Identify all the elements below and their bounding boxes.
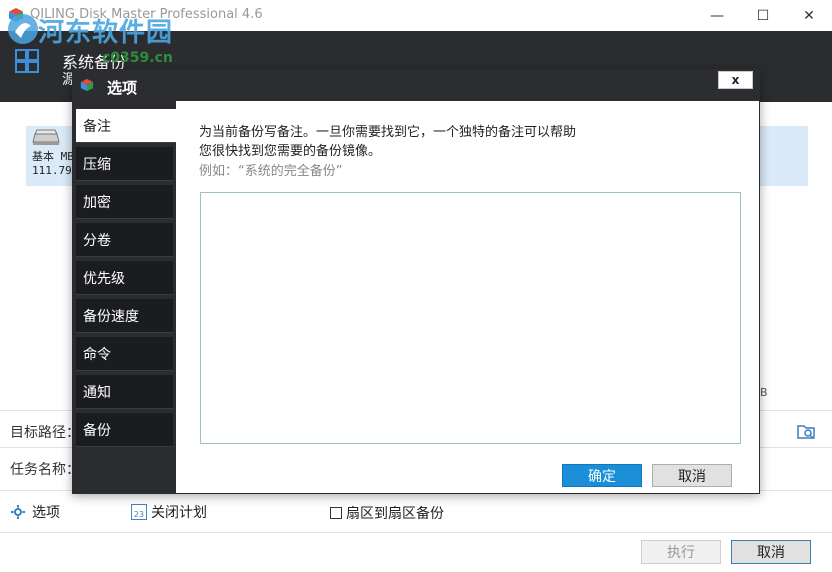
target-path-label: 目标路径： [10, 425, 80, 441]
options-label: 选项 [32, 505, 60, 521]
options-sidebar: 备注 压缩 加密 分卷 优先级 备份速度 命令 通知 备份 [73, 101, 176, 494]
calendar-icon: 23 [131, 504, 147, 520]
disk-size: 111.79 [32, 164, 72, 177]
sidebar-item-note[interactable]: 备注 [76, 109, 176, 143]
sector-label: 扇区到扇区备份 [346, 506, 444, 522]
task-name-label: 任务名称： [10, 462, 80, 478]
gear-icon [11, 505, 25, 519]
sidebar-item-notification[interactable]: 通知 [76, 375, 173, 409]
window-title: QILING Disk Master Professional 4.6 [30, 7, 263, 22]
sidebar-item-backup-speed[interactable]: 备份速度 [76, 299, 173, 333]
disk-label: 基本 MB [32, 150, 74, 163]
dialog-cancel-button[interactable]: 取消 [652, 464, 732, 487]
sidebar-item-priority[interactable]: 优先级 [76, 261, 173, 295]
maximize-button[interactable]: ☐ [740, 0, 786, 31]
size-unit-fragment: B [760, 386, 768, 399]
sidebar-item-backup[interactable]: 备份 [76, 413, 173, 447]
dialog-close-button[interactable]: x [718, 71, 753, 89]
note-description-line2: 您很快找到您需要的备份镜像。 [199, 144, 382, 159]
dialog-title: 选项 [107, 79, 138, 97]
sidebar-item-compression[interactable]: 压缩 [76, 147, 173, 181]
browse-folder-icon[interactable] [796, 422, 816, 440]
sidebar-item-encryption[interactable]: 加密 [76, 185, 173, 219]
note-textarea[interactable] [200, 192, 741, 444]
ok-button[interactable]: 确定 [562, 464, 642, 487]
title-bar: QILING Disk Master Professional 4.6 — ☐ … [0, 0, 832, 31]
sector-by-sector-option[interactable]: 扇区到扇区备份 [330, 503, 444, 523]
sidebar-item-split[interactable]: 分卷 [76, 223, 173, 257]
note-example: 例如：“系统的完全备份” [199, 164, 343, 179]
sector-checkbox[interactable] [330, 507, 342, 519]
sidebar-item-command[interactable]: 命令 [76, 337, 173, 371]
options-dialog: 选项 x 备注 压缩 加密 分卷 优先级 备份速度 命令 通知 备份 为当前备份… [72, 69, 760, 494]
execute-button[interactable]: 执行 [641, 540, 721, 564]
divider [0, 532, 832, 533]
close-window-button[interactable]: ✕ [786, 0, 832, 31]
note-description-line1: 为当前备份写备注。一旦你需要找到它，一个独特的备注可以帮助 [199, 125, 577, 140]
minimize-button[interactable]: — [694, 0, 740, 31]
app-logo-icon [9, 8, 23, 22]
dialog-logo-icon [80, 78, 94, 92]
options-link[interactable]: 选项 [10, 501, 60, 523]
dialog-title-bar: 选项 x [73, 70, 759, 101]
disk-icon [32, 129, 60, 145]
system-backup-icon [15, 49, 39, 73]
cancel-button[interactable]: 取消 [731, 540, 811, 564]
schedule-link[interactable]: 23 关闭计划 [131, 503, 207, 521]
schedule-label: 关闭计划 [151, 505, 207, 521]
